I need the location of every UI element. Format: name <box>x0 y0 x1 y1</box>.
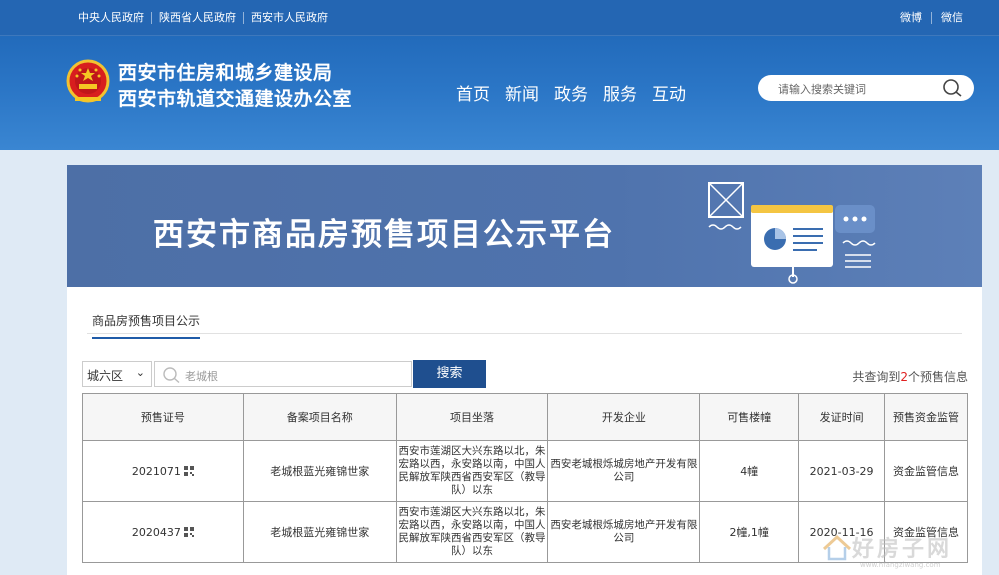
col-header-project: 备案项目名称 <box>242 393 397 441</box>
top-bar: 中央人民政府 陕西省人民政府 西安市人民政府 微博 微信 <box>0 0 999 36</box>
site-header: 中央人民政府 陕西省人民政府 西安市人民政府 微博 微信 西安市住房和城乡建设局… <box>0 0 999 150</box>
project-location: 西安市莲湖区大兴东路以北，朱宏路以西，永安路以南，中国人民解放军陕西省西安军区（… <box>395 440 549 502</box>
social-links: 微博 微信 <box>891 12 972 24</box>
tab-presale-projects[interactable]: 商品房预售项目公示 <box>92 312 201 339</box>
nav-news[interactable]: 新闻 <box>505 80 539 105</box>
gov-link-city[interactable]: 西安市人民政府 <box>243 12 335 24</box>
presentation-illustration-icon <box>708 182 876 284</box>
search-button[interactable]: 搜索 <box>413 360 486 388</box>
col-header-buildings: 可售楼幢 <box>699 393 800 441</box>
search-icon[interactable] <box>942 78 964 98</box>
site-title-line1: 西安市住房和城乡建设局 <box>118 62 333 84</box>
district-selected-value: 城六区 <box>87 369 124 383</box>
col-header-date: 发证时间 <box>798 393 886 441</box>
developer-name: 西安老城根烁城房地产开发有限公司 <box>547 501 701 563</box>
nav-government[interactable]: 政务 <box>554 80 588 105</box>
table-row: 2021071 老城根蓝光雍锦世家 西安市莲湖区大兴东路以北，朱宏路以西，永安路… <box>82 440 968 502</box>
nav-home[interactable]: 首页 <box>456 80 490 105</box>
watermark-url: www.hfangziwang.com <box>860 561 941 569</box>
site-search-placeholder: 请输入搜索关键词 <box>778 83 866 96</box>
cert-number: 2021071 <box>131 464 181 478</box>
qr-code-icon[interactable] <box>183 465 194 476</box>
wechat-link[interactable]: 微信 <box>931 12 972 24</box>
site-watermark: 好房子网 www.hfangziwang.com <box>820 527 990 573</box>
cert-cell: 2020437 <box>82 501 244 563</box>
col-header-developer: 开发企业 <box>547 393 701 441</box>
cert-number: 2020437 <box>131 525 181 539</box>
result-prefix: 共查询到 <box>852 370 901 384</box>
table-header-row: 预售证号 备案项目名称 项目坐落 开发企业 可售楼幢 发证时间 预售资金监管 <box>82 393 968 441</box>
cert-cell: 2021071 <box>82 440 244 502</box>
result-number: 2 <box>900 370 908 384</box>
project-name[interactable]: 老城根蓝光雍锦世家 <box>242 501 397 563</box>
col-header-fund: 预售资金监管 <box>884 393 968 441</box>
watermark-text: 好房子网 <box>852 537 953 562</box>
nav-services[interactable]: 服务 <box>603 80 637 105</box>
national-emblem-icon <box>66 59 110 105</box>
platform-banner: 西安市商品房预售项目公示平台 <box>67 165 982 287</box>
col-header-cert: 预售证号 <box>82 393 244 441</box>
fund-supervision-link[interactable]: 资金监管信息 <box>884 440 968 502</box>
project-name[interactable]: 老城根蓝光雍锦世家 <box>242 440 397 502</box>
qr-code-icon[interactable] <box>183 526 194 537</box>
site-title-line2: 西安市轨道交通建设办公室 <box>118 88 353 110</box>
result-suffix: 个预售信息 <box>907 370 968 384</box>
issue-date: 2021-03-29 <box>798 440 886 502</box>
buildings-link[interactable]: 2幢,1幢 <box>699 501 800 563</box>
chevron-down-icon: ⌄ <box>135 366 145 379</box>
search-icon <box>163 367 180 384</box>
buildings-link[interactable]: 4幢 <box>699 440 800 502</box>
banner-title: 西安市商品房预售项目公示平台 <box>153 217 615 253</box>
gov-links: 中央人民政府 陕西省人民政府 西安市人民政府 <box>78 12 335 24</box>
developer-name: 西安老城根烁城房地产开发有限公司 <box>547 440 701 502</box>
keyword-value: 老城根 <box>185 370 218 383</box>
district-select[interactable]: 城六区 ⌄ <box>82 361 152 387</box>
keyword-input[interactable]: 老城根 <box>154 361 412 387</box>
tab-divider <box>87 333 962 334</box>
result-count: 共查询到2个预售信息 <box>852 368 968 385</box>
nav-interaction[interactable]: 互动 <box>652 80 686 105</box>
site-title[interactable]: 西安市住房和城乡建设局 西安市轨道交通建设办公室 <box>118 60 352 112</box>
gov-link-central[interactable]: 中央人民政府 <box>78 12 151 24</box>
project-location: 西安市莲湖区大兴东路以北，朱宏路以西，永安路以南，中国人民解放军陕西省西安军区（… <box>395 501 549 563</box>
site-search-input[interactable]: 请输入搜索关键词 <box>758 75 974 101</box>
col-header-location: 项目坐落 <box>395 393 549 441</box>
house-logo-icon <box>822 534 852 561</box>
main-nav: 首页 新闻 政务 服务 互动 <box>456 80 701 105</box>
weibo-link[interactable]: 微博 <box>891 12 931 24</box>
gov-link-province[interactable]: 陕西省人民政府 <box>151 12 243 24</box>
